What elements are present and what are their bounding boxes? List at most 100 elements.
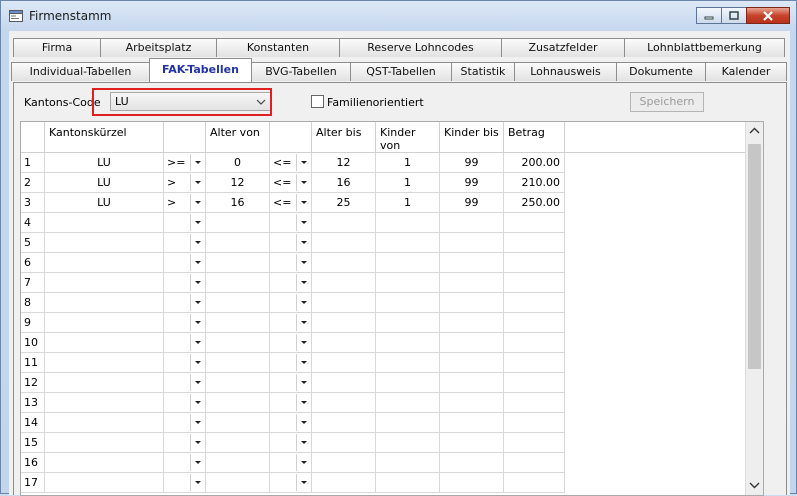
dropdown-arrow-icon[interactable] bbox=[296, 334, 311, 351]
alter-bis-operator-cell[interactable]: <= bbox=[270, 193, 312, 213]
alter-bis-cell[interactable] bbox=[312, 293, 376, 313]
betrag-cell[interactable]: 200.00 bbox=[504, 153, 565, 173]
alter-von-operator-cell[interactable] bbox=[164, 433, 206, 453]
dropdown-arrow-icon[interactable] bbox=[296, 274, 311, 291]
alter-bis-operator-cell[interactable] bbox=[270, 413, 312, 433]
kinder-bis-cell[interactable]: 99 bbox=[440, 193, 504, 213]
alter-von-cell[interactable] bbox=[206, 393, 270, 413]
kinder-bis-cell[interactable] bbox=[440, 313, 504, 333]
alter-von-operator-cell[interactable] bbox=[164, 413, 206, 433]
dropdown-arrow-icon[interactable] bbox=[190, 294, 205, 311]
kinder-bis-cell[interactable]: 99 bbox=[440, 153, 504, 173]
betrag-cell[interactable] bbox=[504, 353, 565, 373]
alter-von-operator-cell[interactable] bbox=[164, 373, 206, 393]
alter-bis-cell[interactable] bbox=[312, 233, 376, 253]
tab-reserve-lohncodes[interactable]: Reserve Lohncodes bbox=[339, 38, 502, 57]
alter-von-cell[interactable] bbox=[206, 333, 270, 353]
alter-von-operator-cell[interactable]: >= bbox=[164, 153, 206, 173]
kinder-bis-cell[interactable] bbox=[440, 233, 504, 253]
kinder-bis-cell[interactable]: 99 bbox=[440, 173, 504, 193]
vertical-scrollbar[interactable] bbox=[745, 122, 763, 495]
table-row[interactable]: 15 bbox=[21, 433, 565, 453]
alter-bis-operator-cell[interactable] bbox=[270, 353, 312, 373]
betrag-cell[interactable] bbox=[504, 453, 565, 473]
kinder-von-cell[interactable] bbox=[376, 313, 440, 333]
dropdown-arrow-icon[interactable] bbox=[296, 314, 311, 331]
betrag-cell[interactable] bbox=[504, 373, 565, 393]
alter-von-operator-cell[interactable]: > bbox=[164, 193, 206, 213]
kantonskuerzel-cell[interactable] bbox=[45, 453, 164, 473]
dropdown-arrow-icon[interactable] bbox=[296, 394, 311, 411]
alter-bis-cell[interactable] bbox=[312, 213, 376, 233]
kinder-bis-cell[interactable] bbox=[440, 433, 504, 453]
alter-von-cell[interactable] bbox=[206, 293, 270, 313]
alter-bis-cell[interactable] bbox=[312, 253, 376, 273]
kantonskuerzel-cell[interactable] bbox=[45, 273, 164, 293]
kinder-bis-cell[interactable] bbox=[440, 333, 504, 353]
alter-bis-cell[interactable] bbox=[312, 313, 376, 333]
alter-bis-cell[interactable]: 25 bbox=[312, 193, 376, 213]
kantonskuerzel-cell[interactable] bbox=[45, 373, 164, 393]
table-row[interactable]: 2 LU >12 <= 16 1 99 210.00 bbox=[21, 173, 565, 193]
alter-bis-cell[interactable]: 12 bbox=[312, 153, 376, 173]
tab-arbeitsplatz[interactable]: Arbeitsplatz bbox=[100, 38, 217, 57]
scroll-up-icon[interactable] bbox=[746, 125, 763, 140]
table-row[interactable]: 4 bbox=[21, 213, 565, 233]
betrag-cell[interactable] bbox=[504, 313, 565, 333]
tab-lohnblattbemerkung[interactable]: Lohnblattbemerkung bbox=[624, 38, 785, 57]
kinder-von-cell[interactable]: 1 bbox=[376, 173, 440, 193]
kantonskuerzel-cell[interactable] bbox=[45, 413, 164, 433]
alter-bis-cell[interactable] bbox=[312, 433, 376, 453]
table-row[interactable]: 12 bbox=[21, 373, 565, 393]
alter-von-operator-cell[interactable] bbox=[164, 473, 206, 493]
table-row[interactable]: 10 bbox=[21, 333, 565, 353]
alter-bis-operator-cell[interactable] bbox=[270, 453, 312, 473]
kinder-von-cell[interactable] bbox=[376, 293, 440, 313]
dropdown-arrow-icon[interactable] bbox=[296, 474, 311, 491]
alter-von-operator-cell[interactable] bbox=[164, 353, 206, 373]
table-row[interactable]: 16 bbox=[21, 453, 565, 473]
dropdown-arrow-icon[interactable] bbox=[190, 314, 205, 331]
kinder-bis-cell[interactable] bbox=[440, 473, 504, 493]
alter-bis-operator-cell[interactable] bbox=[270, 373, 312, 393]
alter-von-operator-cell[interactable] bbox=[164, 253, 206, 273]
kinder-bis-cell[interactable] bbox=[440, 393, 504, 413]
alter-von-cell[interactable] bbox=[206, 433, 270, 453]
kantonskuerzel-cell[interactable] bbox=[45, 313, 164, 333]
kantonskuerzel-cell[interactable] bbox=[45, 393, 164, 413]
kinder-bis-cell[interactable] bbox=[440, 273, 504, 293]
alter-bis-operator-cell[interactable] bbox=[270, 253, 312, 273]
kinder-bis-cell[interactable] bbox=[440, 213, 504, 233]
kinder-von-cell[interactable] bbox=[376, 373, 440, 393]
kinder-von-cell[interactable] bbox=[376, 393, 440, 413]
table-row[interactable]: 1 LU >= 0 <= 12 1 99 200.00 bbox=[21, 153, 565, 173]
speichern-button[interactable]: Speichern bbox=[630, 92, 704, 112]
alter-von-operator-cell[interactable] bbox=[164, 233, 206, 253]
tab-firma[interactable]: Firma bbox=[13, 38, 101, 57]
alter-von-cell[interactable] bbox=[206, 353, 270, 373]
kinder-von-cell[interactable] bbox=[376, 473, 440, 493]
tab-lohnausweis[interactable]: Lohnausweis bbox=[514, 62, 617, 81]
tab-dokumente[interactable]: Dokumente bbox=[616, 62, 706, 81]
dropdown-arrow-icon[interactable] bbox=[296, 254, 311, 271]
betrag-cell[interactable] bbox=[504, 293, 565, 313]
tab-zusatzfelder[interactable]: Zusatzfelder bbox=[501, 38, 625, 57]
table-row[interactable]: 13 bbox=[21, 393, 565, 413]
alter-von-cell[interactable] bbox=[206, 413, 270, 433]
alter-von-cell[interactable] bbox=[206, 213, 270, 233]
dropdown-arrow-icon[interactable] bbox=[190, 374, 205, 391]
kinder-bis-cell[interactable] bbox=[440, 293, 504, 313]
betrag-cell[interactable] bbox=[504, 333, 565, 353]
table-row[interactable]: 6 bbox=[21, 253, 565, 273]
dropdown-arrow-icon[interactable] bbox=[296, 174, 311, 191]
tab-qst-tabellen[interactable]: QST-Tabellen bbox=[350, 62, 452, 81]
alter-bis-operator-cell[interactable] bbox=[270, 233, 312, 253]
alter-von-operator-cell[interactable] bbox=[164, 393, 206, 413]
alter-bis-operator-cell[interactable] bbox=[270, 433, 312, 453]
alter-von-cell[interactable] bbox=[206, 313, 270, 333]
kantonskuerzel-cell[interactable] bbox=[45, 433, 164, 453]
alter-von-operator-cell[interactable]: > bbox=[164, 173, 206, 193]
table-row[interactable]: 5 bbox=[21, 233, 565, 253]
alter-von-cell[interactable] bbox=[206, 273, 270, 293]
tab-individual-tabellen[interactable]: Individual-Tabellen bbox=[11, 62, 150, 81]
